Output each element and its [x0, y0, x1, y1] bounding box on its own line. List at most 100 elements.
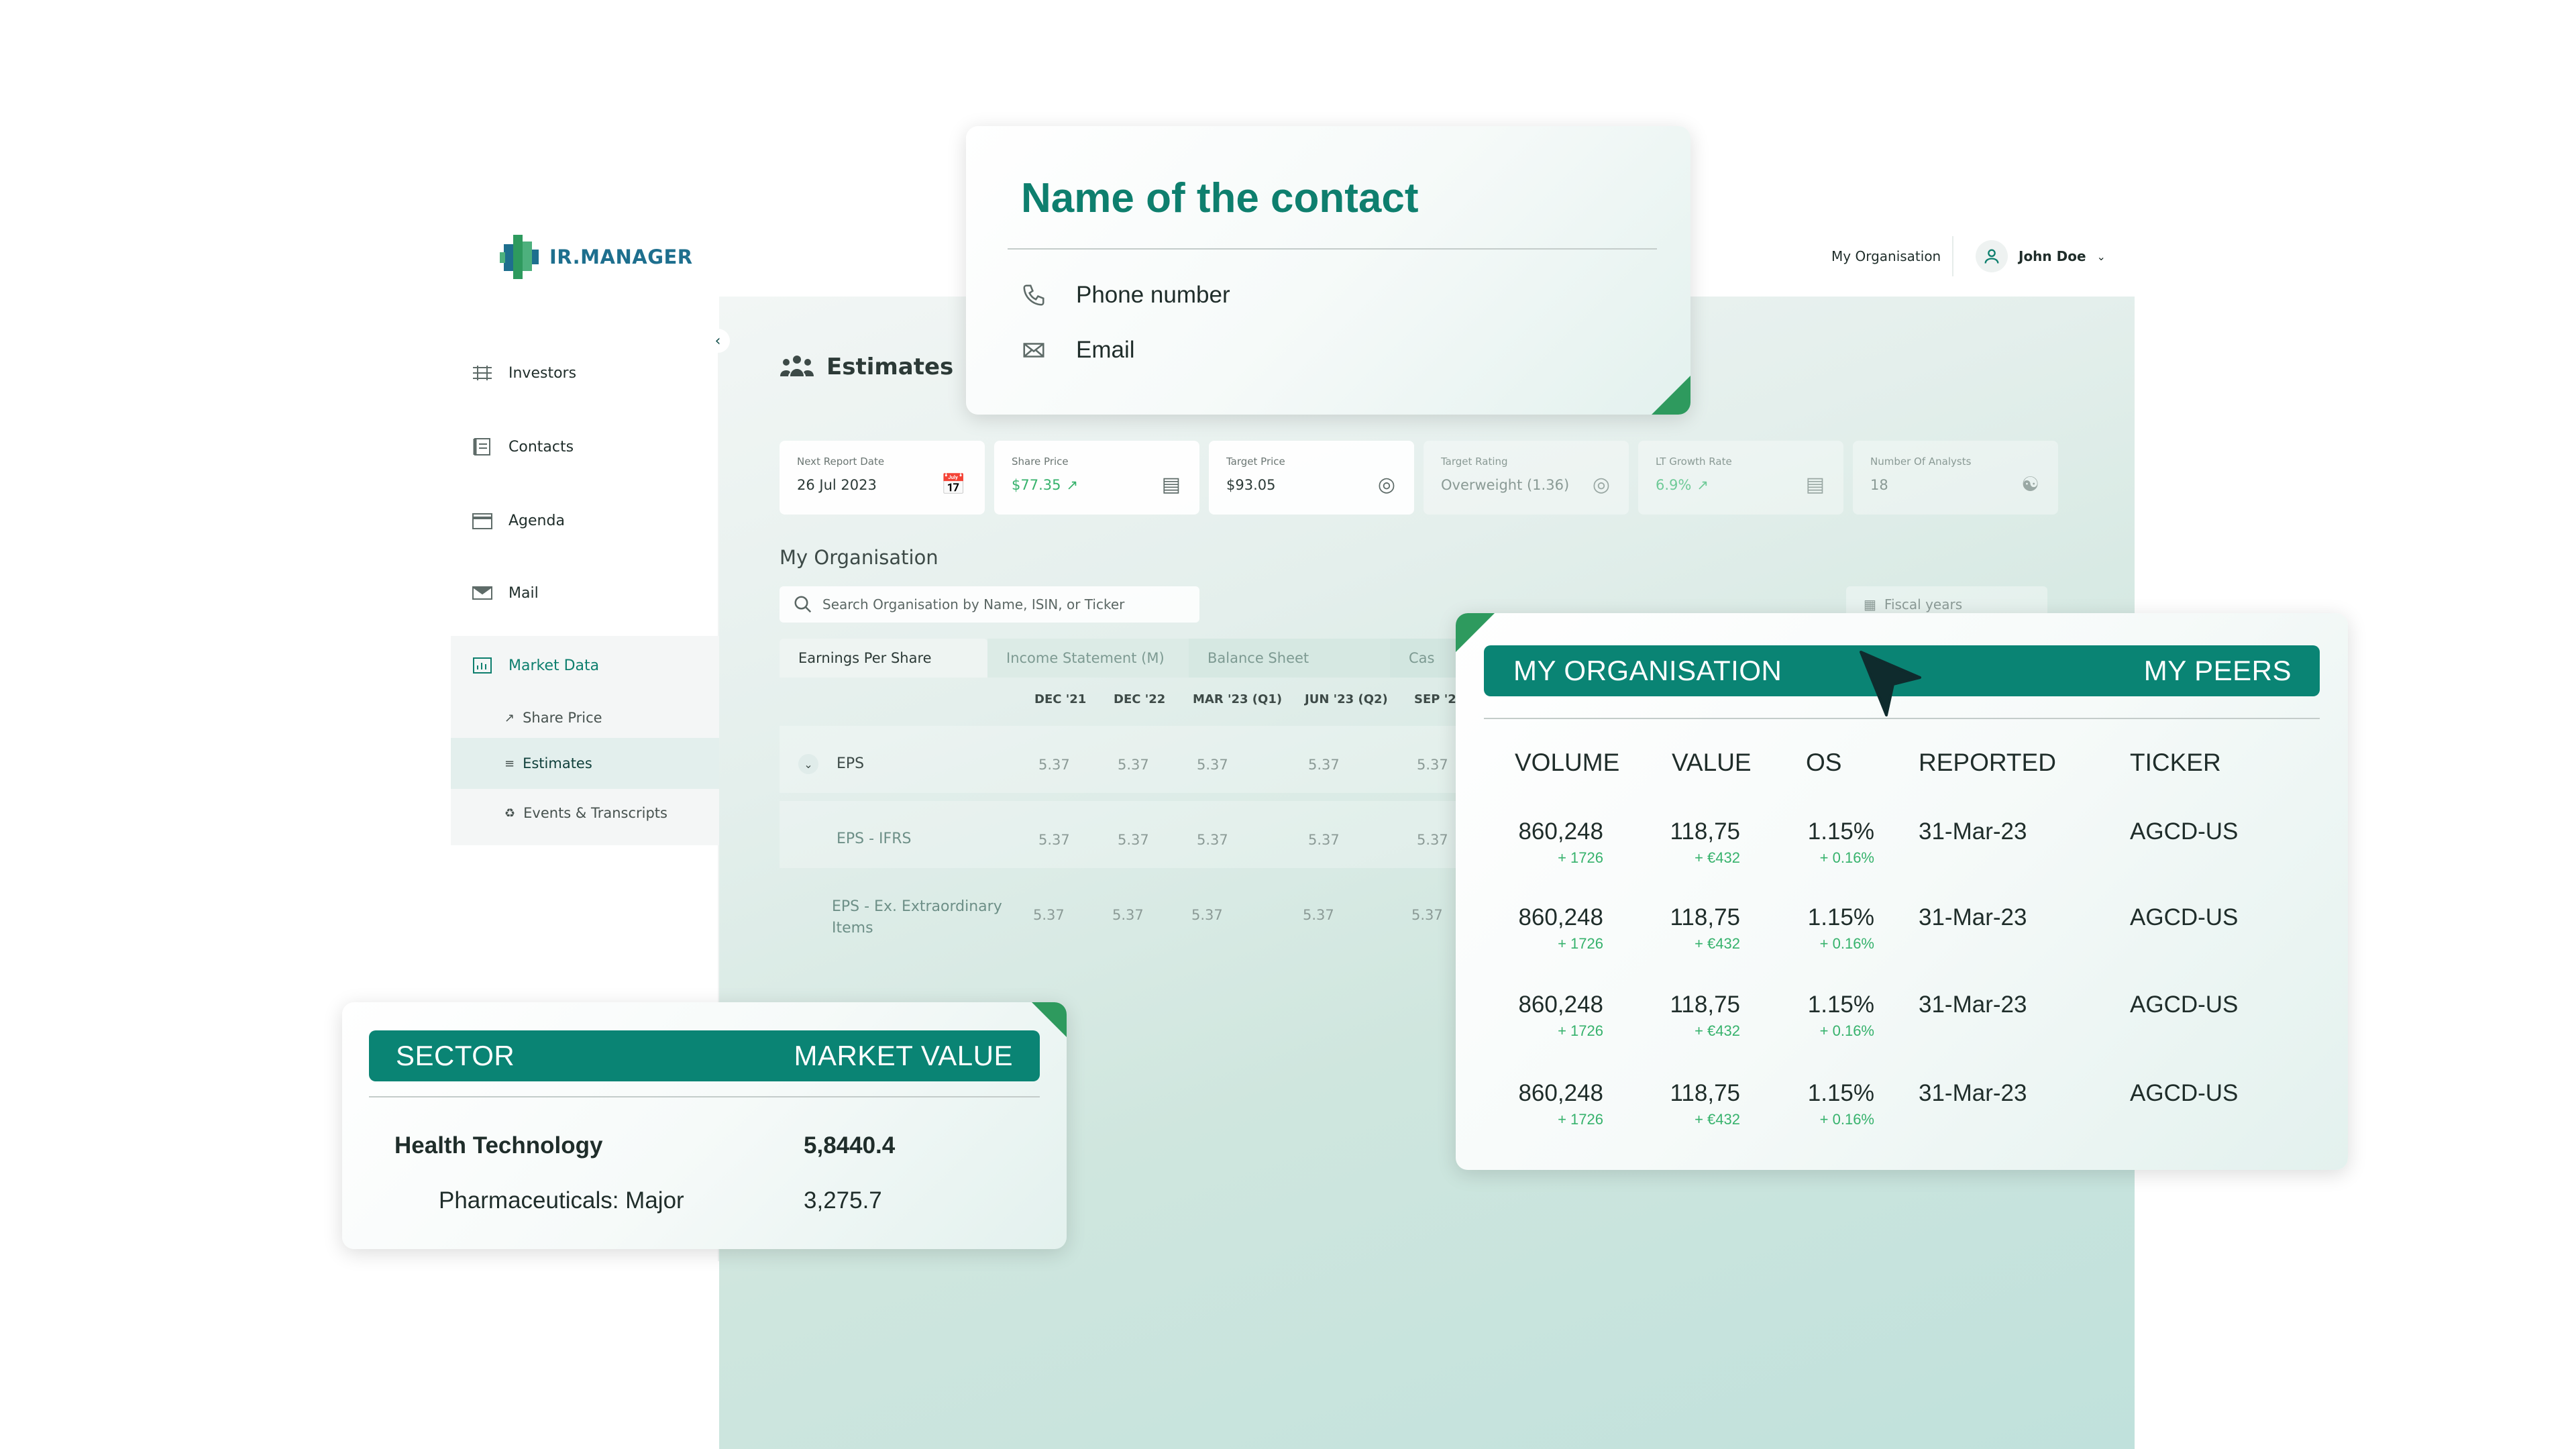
- logo-mark-icon: [500, 235, 540, 279]
- cell-reported: 31-Mar-23: [1919, 818, 2027, 845]
- cell-os: 1.15%: [1807, 991, 1874, 1018]
- people-group-icon: [780, 356, 814, 376]
- header-sector: SECTOR: [396, 1040, 515, 1071]
- header-value: VALUE: [1672, 749, 1752, 776]
- people-icon: ☯: [2021, 473, 2039, 496]
- kpi-label: Share Price: [1012, 455, 1069, 468]
- market-data-group: Market Data ↗ Share Price ≡ Estimates ♻ …: [451, 636, 719, 845]
- investors-icon: [473, 366, 492, 380]
- cell-volume: 860,248: [1518, 991, 1603, 1018]
- kpi-next-report-date[interactable]: Next Report Date 26 Jul 2023 📅: [780, 441, 985, 515]
- tab-balance-sheet[interactable]: Balance Sheet: [1189, 639, 1390, 678]
- contact-email[interactable]: Email: [1021, 337, 1135, 364]
- table-cell: 5.37: [1033, 907, 1065, 923]
- kpi-label: Target Rating: [1441, 455, 1508, 468]
- table-cell: 5.37: [1197, 757, 1228, 773]
- logo-text: IR.MANAGER: [549, 246, 693, 268]
- search-input[interactable]: Search Organisation by Name, ISIN, or Ti…: [780, 586, 1199, 623]
- divider: [369, 1096, 1040, 1097]
- tab-my-peers[interactable]: MY PEERS: [2144, 655, 2292, 687]
- cell-value-delta: + €432: [1695, 1111, 1740, 1128]
- phone-icon: [1023, 284, 1044, 306]
- cell-ticker: AGCD-US: [2130, 991, 2239, 1018]
- row-label: EPS: [837, 755, 865, 772]
- cell-reported: 31-Mar-23: [1919, 904, 2027, 930]
- collapse-sidebar-button[interactable]: ‹: [706, 329, 730, 353]
- column-header: DEC '22: [1114, 692, 1166, 706]
- kpi-share-price[interactable]: Share Price $77.35 ↗ ▤: [994, 441, 1199, 515]
- sector-value: 5,8440.4: [804, 1132, 896, 1159]
- section-title: My Organisation: [780, 546, 938, 569]
- kpi-lt-growth-rate[interactable]: LT Growth Rate 6.9% ↗ ▤: [1638, 441, 1843, 515]
- cell-value-delta: + €432: [1695, 849, 1740, 866]
- estimates-icon: ≡: [504, 756, 515, 771]
- sidebar-subitem-share-price[interactable]: ↗ Share Price: [504, 710, 602, 726]
- bar-chart-icon: ▤: [1161, 473, 1181, 496]
- tab-my-organisation[interactable]: MY ORGANISATION: [1513, 655, 1782, 687]
- kpi-value: $93.05: [1226, 477, 1276, 493]
- tab-earnings-per-share[interactable]: Earnings Per Share: [780, 639, 987, 678]
- row-label: EPS - IFRS: [837, 830, 912, 847]
- cell-os: 1.15%: [1807, 904, 1874, 930]
- calendar-icon: [472, 513, 492, 529]
- sector-value: 3,275.7: [804, 1187, 882, 1214]
- kpi-number-of-analysts[interactable]: Number Of Analysts 18 ☯: [1853, 441, 2058, 515]
- sidebar-subitem-estimates[interactable]: ≡ Estimates: [451, 738, 719, 789]
- sidebar-item-investors[interactable]: Investors: [471, 364, 576, 382]
- table-cell: 5.37: [1038, 757, 1070, 773]
- trend-up-icon: ↗: [1066, 477, 1079, 493]
- table-cell: 5.37: [1303, 907, 1334, 923]
- cell-volume: 860,248: [1518, 904, 1603, 930]
- cell-os-delta: + 0.16%: [1819, 935, 1874, 952]
- sidebar-item-label: Mail: [508, 584, 539, 602]
- table-cell: 5.37: [1417, 757, 1448, 773]
- sidebar-item-label: Agenda: [508, 512, 565, 529]
- chart-icon: ▤: [1805, 473, 1825, 496]
- tab-income-statement[interactable]: Income Statement (M): [987, 639, 1189, 678]
- sidebar-subitem-label: Estimates: [523, 755, 592, 771]
- sector-name: Health Technology: [394, 1132, 603, 1159]
- header-os: OS: [1806, 749, 1842, 776]
- row-label: EPS - Ex. Extraordinary Items: [832, 898, 1002, 936]
- cell-os: 1.15%: [1807, 818, 1874, 845]
- cell-volume-delta: + 1726: [1558, 849, 1603, 866]
- card-corner-accent: [1652, 376, 1690, 415]
- sidebar-item-contacts[interactable]: Contacts: [471, 437, 574, 456]
- kpi-value: 18: [1870, 477, 1888, 493]
- sidebar-item-market-data[interactable]: Market Data: [471, 656, 599, 675]
- cell-volume-delta: + 1726: [1558, 1022, 1603, 1039]
- cell-ticker: AGCD-US: [2130, 818, 2239, 845]
- table-cell: 5.37: [1197, 832, 1228, 848]
- contact-phone[interactable]: Phone number: [1021, 282, 1230, 309]
- column-header: MAR '23 (Q1): [1193, 692, 1283, 706]
- kpi-value: Overweight (1.36): [1441, 477, 1570, 493]
- mail-icon: [472, 586, 492, 600]
- kpi-value-text: $77.35: [1012, 477, 1061, 493]
- user-menu[interactable]: John Doe ⌄: [1976, 240, 2106, 272]
- sidebar-item-agenda[interactable]: Agenda: [471, 511, 565, 530]
- user-name: John Doe: [2019, 248, 2086, 264]
- table-cell: 5.37: [1308, 832, 1340, 848]
- cell-value-delta: + €432: [1695, 1022, 1740, 1039]
- contact-email-label: Email: [1076, 337, 1135, 363]
- kpi-target-rating[interactable]: Target Rating Overweight (1.36) ◎: [1424, 441, 1629, 515]
- cell-ticker: AGCD-US: [2130, 904, 2239, 930]
- kpi-label: LT Growth Rate: [1656, 455, 1732, 468]
- cell-os-delta: + 0.16%: [1819, 849, 1874, 866]
- kpi-label: Target Price: [1226, 455, 1285, 468]
- app-logo[interactable]: IR.MANAGER: [500, 235, 693, 279]
- header-reported: REPORTED: [1919, 749, 2056, 776]
- kpi-target-price[interactable]: Target Price $93.05 ◎: [1209, 441, 1414, 515]
- sidebar-item-label: Investors: [508, 364, 577, 382]
- my-organisation-link[interactable]: My Organisation: [1831, 248, 1941, 264]
- sidebar-item-mail[interactable]: Mail: [471, 584, 539, 602]
- calendar-icon: ▦: [1864, 596, 1876, 612]
- topbar-divider: [1952, 236, 1953, 276]
- contact-phone-label: Phone number: [1076, 282, 1230, 308]
- column-header: DEC '21: [1034, 692, 1087, 706]
- sidebar-subitem-events[interactable]: ♻ Events & Transcripts: [504, 805, 667, 821]
- chevron-down-icon[interactable]: ⌄: [798, 754, 818, 774]
- kpi-value: 6.9% ↗: [1656, 477, 1826, 493]
- fiscal-label: Fiscal years: [1884, 596, 1963, 612]
- sidebar-item-label: Contacts: [508, 438, 574, 455]
